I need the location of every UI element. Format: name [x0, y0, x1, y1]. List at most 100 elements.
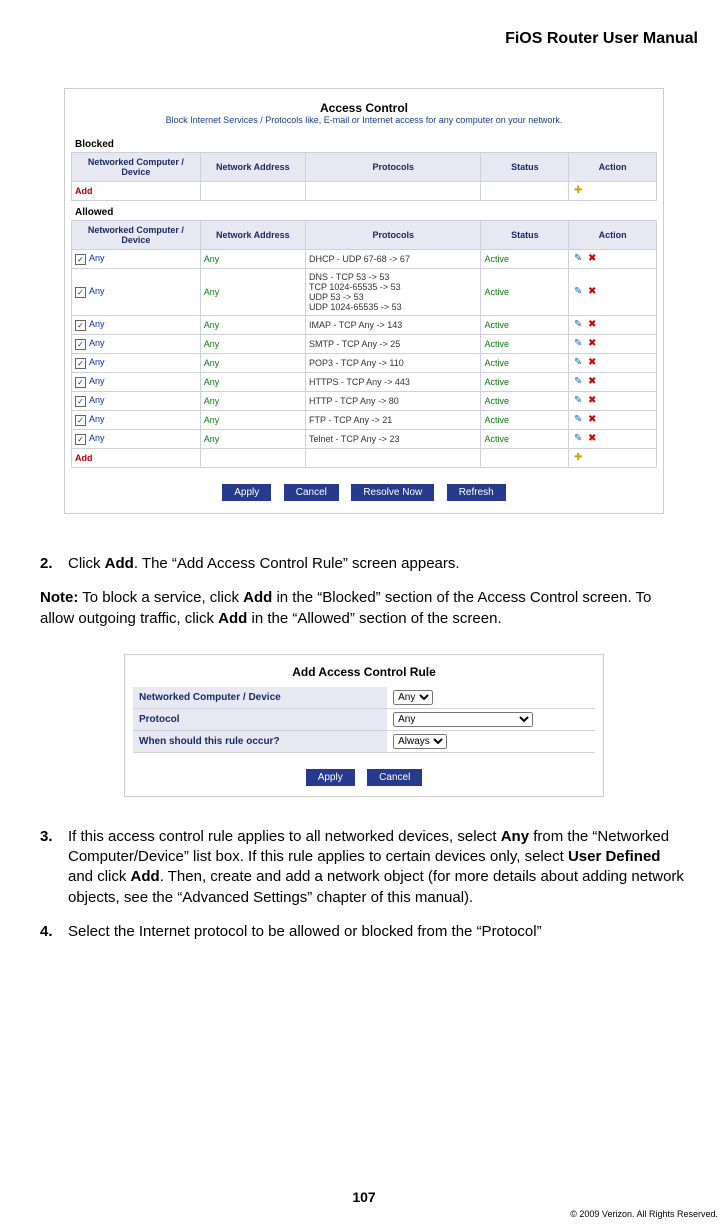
table-row: ✓AnyAnyPOP3 - TCP Any -> 110Active✎✖ [72, 354, 657, 373]
access-control-panel: Access Control Block Internet Services /… [64, 88, 664, 514]
col-status: Status [481, 221, 569, 250]
add-link[interactable]: Add [72, 182, 201, 201]
device-cell: Any [89, 319, 105, 329]
edit-icon[interactable]: ✎ [572, 286, 584, 298]
address-cell: Any [200, 411, 305, 430]
checkbox[interactable]: ✓ [75, 254, 86, 265]
text-bold: Add [243, 589, 272, 606]
edit-icon[interactable]: ✎ [572, 395, 584, 407]
protocol-cell: Telnet - TCP Any -> 23 [305, 430, 481, 449]
blocked-label: Blocked [75, 139, 657, 150]
protocol-cell: IMAP - TCP Any -> 143 [305, 316, 481, 335]
col-address: Network Address [200, 221, 305, 250]
protocol-cell: POP3 - TCP Any -> 110 [305, 354, 481, 373]
device-cell: Any [89, 253, 105, 263]
text-bold: Add [131, 868, 160, 885]
device-cell: Any [89, 414, 105, 424]
edit-icon[interactable]: ✎ [572, 376, 584, 388]
step-4: 4. Select the Internet protocol to be al… [40, 922, 688, 942]
step-number: 4. [40, 922, 68, 942]
allowed-label: Allowed [75, 207, 657, 218]
device-select[interactable]: Any [393, 690, 433, 705]
table-row: ✓AnyAnyDHCP - UDP 67-68 -> 67Active✎✖ [72, 250, 657, 269]
text: and click [68, 868, 131, 885]
allowed-add-row: Add ✚ [72, 449, 657, 468]
when-select[interactable]: Always [393, 734, 447, 749]
add-link[interactable]: Add [72, 449, 201, 468]
add-icon[interactable]: ✚ [572, 452, 584, 464]
text: Click [68, 555, 105, 572]
delete-icon[interactable]: ✖ [586, 338, 598, 350]
device-cell: Any [89, 286, 105, 296]
table-row: ✓AnyAnyTelnet - TCP Any -> 23Active✎✖ [72, 430, 657, 449]
text-bold: Any [501, 828, 529, 845]
device-cell: Any [89, 338, 105, 348]
delete-icon[interactable]: ✖ [586, 286, 598, 298]
edit-icon[interactable]: ✎ [572, 433, 584, 445]
delete-icon[interactable]: ✖ [586, 395, 598, 407]
delete-icon[interactable]: ✖ [586, 357, 598, 369]
delete-icon[interactable]: ✖ [586, 376, 598, 388]
checkbox[interactable]: ✓ [75, 339, 86, 350]
add-icon[interactable]: ✚ [572, 185, 584, 197]
device-cell: Any [89, 376, 105, 386]
edit-icon[interactable]: ✎ [572, 253, 584, 265]
checkbox[interactable]: ✓ [75, 415, 86, 426]
button-row: Apply Cancel Resolve Now Refresh [71, 482, 657, 501]
checkbox[interactable]: ✓ [75, 358, 86, 369]
refresh-button[interactable]: Refresh [447, 484, 506, 501]
device-cell: Any [89, 433, 105, 443]
protocol-select[interactable]: Any [393, 712, 533, 727]
panel-title: Access Control [71, 101, 657, 115]
address-cell: Any [200, 269, 305, 316]
apply-button[interactable]: Apply [222, 484, 271, 501]
col-device: Networked Computer / Device [72, 221, 201, 250]
col-action: Action [569, 221, 657, 250]
col-status: Status [481, 153, 569, 182]
text-bold: Add [218, 610, 247, 627]
text: . Then, create and add a network object … [68, 868, 684, 905]
resolve-now-button[interactable]: Resolve Now [351, 484, 434, 501]
protocol-cell: DHCP - UDP 67-68 -> 67 [305, 250, 481, 269]
cancel-button[interactable]: Cancel [367, 769, 422, 786]
address-cell: Any [200, 392, 305, 411]
step-3: 3. If this access control rule applies t… [40, 827, 688, 908]
edit-icon[interactable]: ✎ [572, 338, 584, 350]
protocol-cell: SMTP - TCP Any -> 25 [305, 335, 481, 354]
checkbox[interactable]: ✓ [75, 396, 86, 407]
address-cell: Any [200, 335, 305, 354]
delete-icon[interactable]: ✖ [586, 319, 598, 331]
table-row: ✓AnyAnyIMAP - TCP Any -> 143Active✎✖ [72, 316, 657, 335]
delete-icon[interactable]: ✖ [586, 253, 598, 265]
allowed-table: Networked Computer / Device Network Addr… [71, 220, 657, 468]
checkbox[interactable]: ✓ [75, 377, 86, 388]
address-cell: Any [200, 373, 305, 392]
table-row: ✓AnyAnyDNS - TCP 53 -> 53 TCP 1024-65535… [72, 269, 657, 316]
text-bold: User Defined [568, 848, 661, 865]
protocol-cell: FTP - TCP Any -> 21 [305, 411, 481, 430]
page-number: 107 [0, 1189, 728, 1205]
page-heading: FiOS Router User Manual [20, 30, 708, 48]
note: Note: To block a service, click Add in t… [40, 588, 688, 629]
blocked-add-row: Add ✚ [72, 182, 657, 201]
table-row: ✓AnyAnySMTP - TCP Any -> 25Active✎✖ [72, 335, 657, 354]
text: Select the Internet protocol to be allow… [68, 922, 542, 942]
protocol-cell: HTTP - TCP Any -> 80 [305, 392, 481, 411]
col-action: Action [569, 153, 657, 182]
step-number: 3. [40, 827, 68, 908]
cancel-button[interactable]: Cancel [284, 484, 339, 501]
edit-icon[interactable]: ✎ [572, 319, 584, 331]
edit-icon[interactable]: ✎ [572, 414, 584, 426]
checkbox[interactable]: ✓ [75, 434, 86, 445]
delete-icon[interactable]: ✖ [586, 433, 598, 445]
text-bold: Add [105, 555, 134, 572]
checkbox[interactable]: ✓ [75, 287, 86, 298]
status-cell: Active [481, 316, 569, 335]
delete-icon[interactable]: ✖ [586, 414, 598, 426]
step-number: 2. [40, 554, 68, 574]
text: If this access control rule applies to a… [68, 828, 501, 845]
checkbox[interactable]: ✓ [75, 320, 86, 331]
apply-button[interactable]: Apply [306, 769, 355, 786]
edit-icon[interactable]: ✎ [572, 357, 584, 369]
add-rule-panel: Add Access Control Rule Networked Comput… [124, 654, 604, 797]
